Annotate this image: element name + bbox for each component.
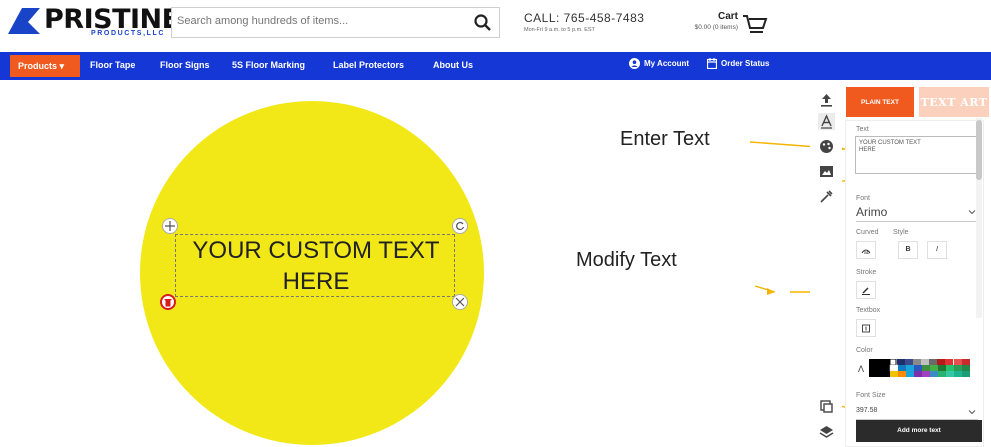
add-more-text-button[interactable]: Add more text: [856, 420, 982, 442]
curve-icon: ab: [861, 249, 871, 256]
delete-handle-icon[interactable]: [160, 294, 176, 310]
annotation-enter-text: Enter Text: [620, 128, 710, 150]
nav-item-5s-floor-marking[interactable]: 5S Floor Marking: [232, 60, 305, 70]
panel-body: Text YOUR CUSTOM TEXT HERE Font Arimo Cu…: [845, 120, 984, 447]
site-header: PRISTINE PRODUCTS,LLC CALL: 765-458-7483…: [0, 0, 991, 52]
phone-number: CALL: 765-458-7483: [524, 11, 645, 25]
stroke-button[interactable]: [856, 281, 876, 299]
resize-handle-icon[interactable]: [452, 294, 468, 310]
layers-icon[interactable]: [818, 423, 835, 440]
duplicate-icon[interactable]: [818, 398, 835, 415]
phone-contact[interactable]: CALL: 765-458-7483 Mon-Fri 9 a.m. to 5 p…: [524, 11, 644, 33]
image-icon[interactable]: [818, 163, 835, 180]
text-label: Text: [856, 126, 869, 133]
brand-logo[interactable]: PRISTINE PRODUCTS,LLC: [8, 4, 180, 42]
search-bar: [171, 7, 500, 38]
nav-item-floor-signs[interactable]: Floor Signs: [160, 60, 210, 70]
business-hours: Mon-Fri 9 a.m. to 5 p.m. EST: [524, 27, 595, 33]
rotate-handle-icon[interactable]: [452, 218, 468, 234]
italic-button[interactable]: I: [927, 241, 947, 259]
font-size-value: 397.58: [856, 407, 878, 414]
tab-plain-text[interactable]: PLAIN TEXT: [846, 87, 914, 117]
nav-item-label-protectors[interactable]: Label Protectors: [333, 60, 404, 70]
annotation-modify-text: Modify Text: [576, 249, 677, 271]
search-input[interactable]: [177, 15, 467, 27]
cart-link[interactable]: Cart $0.00 (0 items): [677, 11, 772, 39]
products-dropdown-button[interactable]: Products ▾: [10, 55, 80, 77]
font-select[interactable]: Arimo: [856, 205, 978, 222]
font-select-value: Arimo: [856, 205, 888, 219]
textbox-label: Textbox: [856, 307, 881, 314]
text-settings-panel: PLAIN TEXT TEXT ART Text YOUR CUSTOM TEX…: [845, 80, 991, 447]
italic-icon: I: [936, 246, 938, 253]
chevron-down-icon: [968, 210, 976, 215]
textbox-icon: [862, 324, 870, 333]
color-swatches[interactable]: Λ: [856, 359, 978, 377]
curved-text-button[interactable]: ab: [856, 241, 876, 259]
user-icon: [629, 58, 640, 69]
tab-text-art[interactable]: TEXT ART: [919, 87, 989, 117]
custom-text-line-2: HERE: [282, 268, 350, 295]
move-handle-icon[interactable]: [162, 218, 178, 234]
bold-icon: B: [905, 246, 911, 253]
logo-arrow-icon: [8, 8, 40, 34]
font-size-select[interactable]: 397.58: [856, 407, 978, 420]
font-size-label: Font Size: [856, 392, 886, 399]
upload-icon[interactable]: [818, 92, 835, 109]
cart-title: Cart: [717, 11, 738, 22]
style-label: Style: [893, 229, 909, 236]
my-account-label: My Account: [644, 59, 690, 68]
curved-label: Curved: [856, 229, 879, 236]
nav-item-floor-tape[interactable]: Floor Tape: [90, 60, 135, 70]
order-status-link[interactable]: Order Status: [707, 58, 769, 69]
main-nav: Products ▾ Floor Tape Floor Signs 5S Flo…: [0, 52, 991, 80]
font-label: Font: [856, 195, 871, 202]
nav-item-about-us[interactable]: About Us: [433, 60, 473, 70]
editor-toolbar: [810, 80, 842, 447]
chevron-down-icon: [968, 410, 976, 415]
calendar-icon: [707, 58, 717, 69]
palette-icon[interactable]: [818, 138, 835, 155]
order-status-label: Order Status: [721, 59, 770, 68]
svg-text:Λ: Λ: [858, 364, 864, 374]
custom-text[interactable]: YOUR CUSTOM TEXT HERE: [176, 235, 456, 297]
custom-text-line-1: YOUR CUSTOM TEXT: [192, 237, 440, 264]
chevron-down-icon: ▾: [59, 61, 65, 71]
text-input[interactable]: YOUR CUSTOM TEXT HERE: [855, 136, 977, 174]
bold-button[interactable]: B: [898, 241, 918, 259]
logo-subtext: PRODUCTS,LLC: [91, 30, 166, 37]
stroke-label: Stroke: [856, 269, 877, 276]
my-account-link[interactable]: My Account: [629, 58, 689, 69]
eyedropper-icon[interactable]: [818, 188, 835, 205]
page: { "header": { "logo_text": "PRISTINE", "…: [0, 0, 991, 447]
search-icon[interactable]: [473, 13, 493, 33]
cart-summary: $0.00 (0 items): [694, 24, 738, 31]
text-tool-icon[interactable]: [818, 113, 835, 130]
pen-icon: [862, 287, 870, 295]
cart-icon: [743, 15, 768, 33]
textbox-button[interactable]: [856, 319, 876, 337]
color-label: Color: [856, 347, 873, 354]
products-label: Products: [18, 61, 58, 71]
svg-text:ab: ab: [864, 250, 870, 255]
panel-scrollbar-thumb[interactable]: [976, 120, 982, 180]
text-object[interactable]: YOUR CUSTOM TEXT HERE: [175, 234, 455, 297]
